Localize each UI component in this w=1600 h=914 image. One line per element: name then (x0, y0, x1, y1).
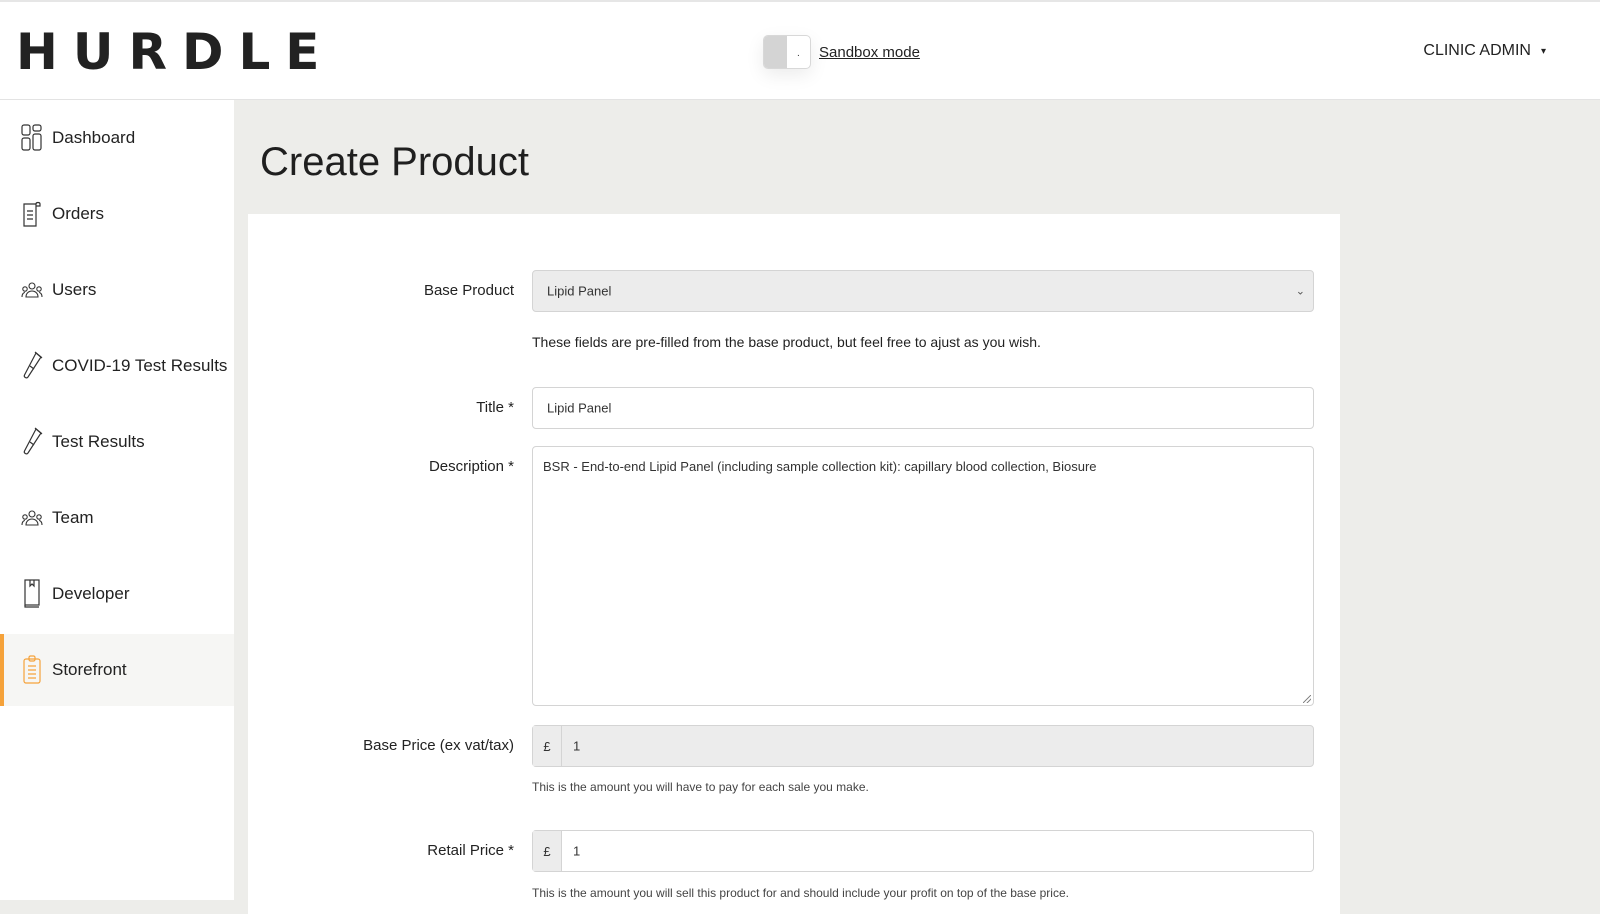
base-price-value: 1 (573, 738, 581, 754)
sidebar-item-developer[interactable]: Developer (0, 558, 234, 630)
sidebar-item-label: COVID-19 Test Results (52, 356, 228, 375)
retail-price-label: Retail Price * (427, 842, 514, 859)
book-icon (20, 579, 44, 609)
base-product-value: Lipid Panel (547, 283, 612, 299)
main-content: Create Product Base Product Lipid Panel … (234, 100, 1600, 914)
create-product-form: Base Product Lipid Panel ⌄ These fields … (248, 214, 1340, 914)
dashboard-icon (20, 123, 44, 153)
description-textarea[interactable]: BSR - End-to-end Lipid Panel (including … (532, 446, 1314, 706)
currency-addon: £ (533, 831, 562, 871)
sidebar-item-test-results[interactable]: Test Results (0, 406, 234, 478)
caret-down-icon: ▾ (1540, 45, 1546, 57)
sidebar-item-label: Orders (52, 204, 104, 223)
sidebar-item-orders[interactable]: Orders (0, 178, 234, 250)
sandbox-toggle[interactable]: . (763, 35, 811, 69)
description-label: Description * (428, 458, 514, 475)
title-value: Lipid Panel (547, 400, 612, 416)
retail-price-help: This is the amount you will sell this pr… (532, 886, 1069, 900)
base-product-label: Base Product (423, 282, 514, 299)
sidebar-item-label: Team (52, 508, 94, 527)
sidebar-item-label: Storefront (52, 660, 127, 679)
title-label: Title * (476, 399, 514, 416)
sidebar-item-users[interactable]: Users (0, 254, 234, 326)
base-price-input[interactable]: £ 1 (532, 725, 1314, 767)
resize-grip-icon[interactable] (1303, 695, 1311, 703)
sidebar-item-label: Developer (52, 584, 130, 603)
users-icon (20, 275, 44, 305)
team-icon (20, 503, 44, 533)
chevron-down-icon: ⌄ (1295, 285, 1305, 298)
retail-price-value: 1 (573, 843, 581, 859)
sidebar: Dashboard Orders Users COVID-19 Test Res… (0, 100, 234, 900)
top-bar: HURDLE . Sandbox mode CLINIC ADMIN ▾ (0, 0, 1600, 100)
sidebar-item-label: Users (52, 280, 97, 299)
clipboard-icon (20, 655, 44, 685)
base-product-select[interactable]: Lipid Panel ⌄ (532, 270, 1314, 312)
retail-price-input[interactable]: £ 1 (532, 830, 1314, 872)
sidebar-item-label: Dashboard (52, 128, 136, 147)
logo[interactable]: HURDLE (16, 24, 334, 80)
sandbox-mode-link[interactable]: Sandbox mode (819, 44, 920, 61)
orders-icon (20, 199, 44, 229)
test-tube-icon (20, 427, 44, 457)
description-value: BSR - End-to-end Lipid Panel (including … (543, 459, 1097, 474)
sidebar-item-covid-results[interactable]: COVID-19 Test Results (0, 330, 234, 402)
currency-addon: £ (533, 726, 562, 766)
sandbox-mode: . Sandbox mode (763, 35, 920, 69)
toggle-knob (764, 36, 787, 68)
sidebar-item-label: Test Results (52, 432, 145, 451)
sidebar-item-dashboard[interactable]: Dashboard (0, 102, 234, 174)
sidebar-item-team[interactable]: Team (0, 482, 234, 554)
test-tube-icon (20, 351, 44, 381)
user-menu-label: CLINIC ADMIN (1423, 42, 1531, 59)
user-menu[interactable]: CLINIC ADMIN ▾ (1423, 42, 1546, 60)
page-title: Create Product (260, 140, 530, 184)
base-price-label: Base Price (ex vat/tax) (363, 737, 514, 754)
title-input[interactable]: Lipid Panel (532, 387, 1314, 429)
base-price-help: This is the amount you will have to pay … (532, 780, 869, 794)
toggle-glyph: . (797, 48, 800, 59)
sidebar-item-storefront[interactable]: Storefront (0, 634, 234, 706)
prefill-note: These fields are pre-filled from the bas… (532, 334, 1041, 350)
